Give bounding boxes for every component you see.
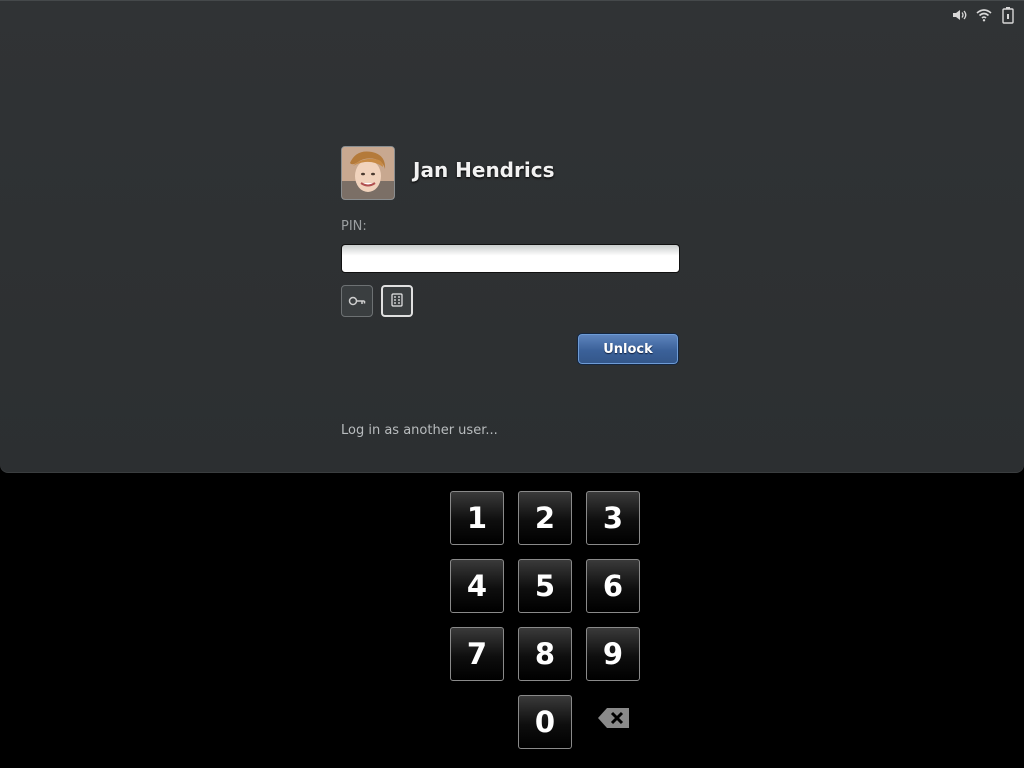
keypad-key-0[interactable]: 0 [518,695,572,749]
pin-input[interactable] [341,244,680,273]
log-in-as-another-user-link[interactable]: Log in as another user... [341,423,498,438]
user-name: Jan Hendrics [413,158,555,182]
battery-icon[interactable] [1000,6,1016,24]
wifi-icon[interactable] [976,6,992,24]
keypad-key-7[interactable]: 7 [450,627,504,681]
keypad-key-5[interactable]: 5 [518,559,572,613]
backspace-button[interactable] [596,706,632,734]
keypad-key-1[interactable]: 1 [450,491,504,545]
key-icon [348,292,366,311]
password-method-button[interactable] [341,285,373,317]
keypad-key-6[interactable]: 6 [586,559,640,613]
pin-label: PIN: [341,219,367,234]
unlock-button[interactable]: Unlock [577,333,679,365]
user-avatar [341,146,395,200]
lock-screen-panel: Jan Hendrics PIN: Unlock Log in as anoth… [0,0,1024,473]
keypad-icon [391,292,403,311]
pin-method-button[interactable] [381,285,413,317]
system-status-area[interactable] [952,6,1016,24]
keypad-key-3[interactable]: 3 [586,491,640,545]
keypad-key-8[interactable]: 8 [518,627,572,681]
keypad-key-4[interactable]: 4 [450,559,504,613]
volume-icon[interactable] [952,6,968,24]
keypad-key-2[interactable]: 2 [518,491,572,545]
backspace-icon [597,706,631,734]
keypad-key-9[interactable]: 9 [586,627,640,681]
